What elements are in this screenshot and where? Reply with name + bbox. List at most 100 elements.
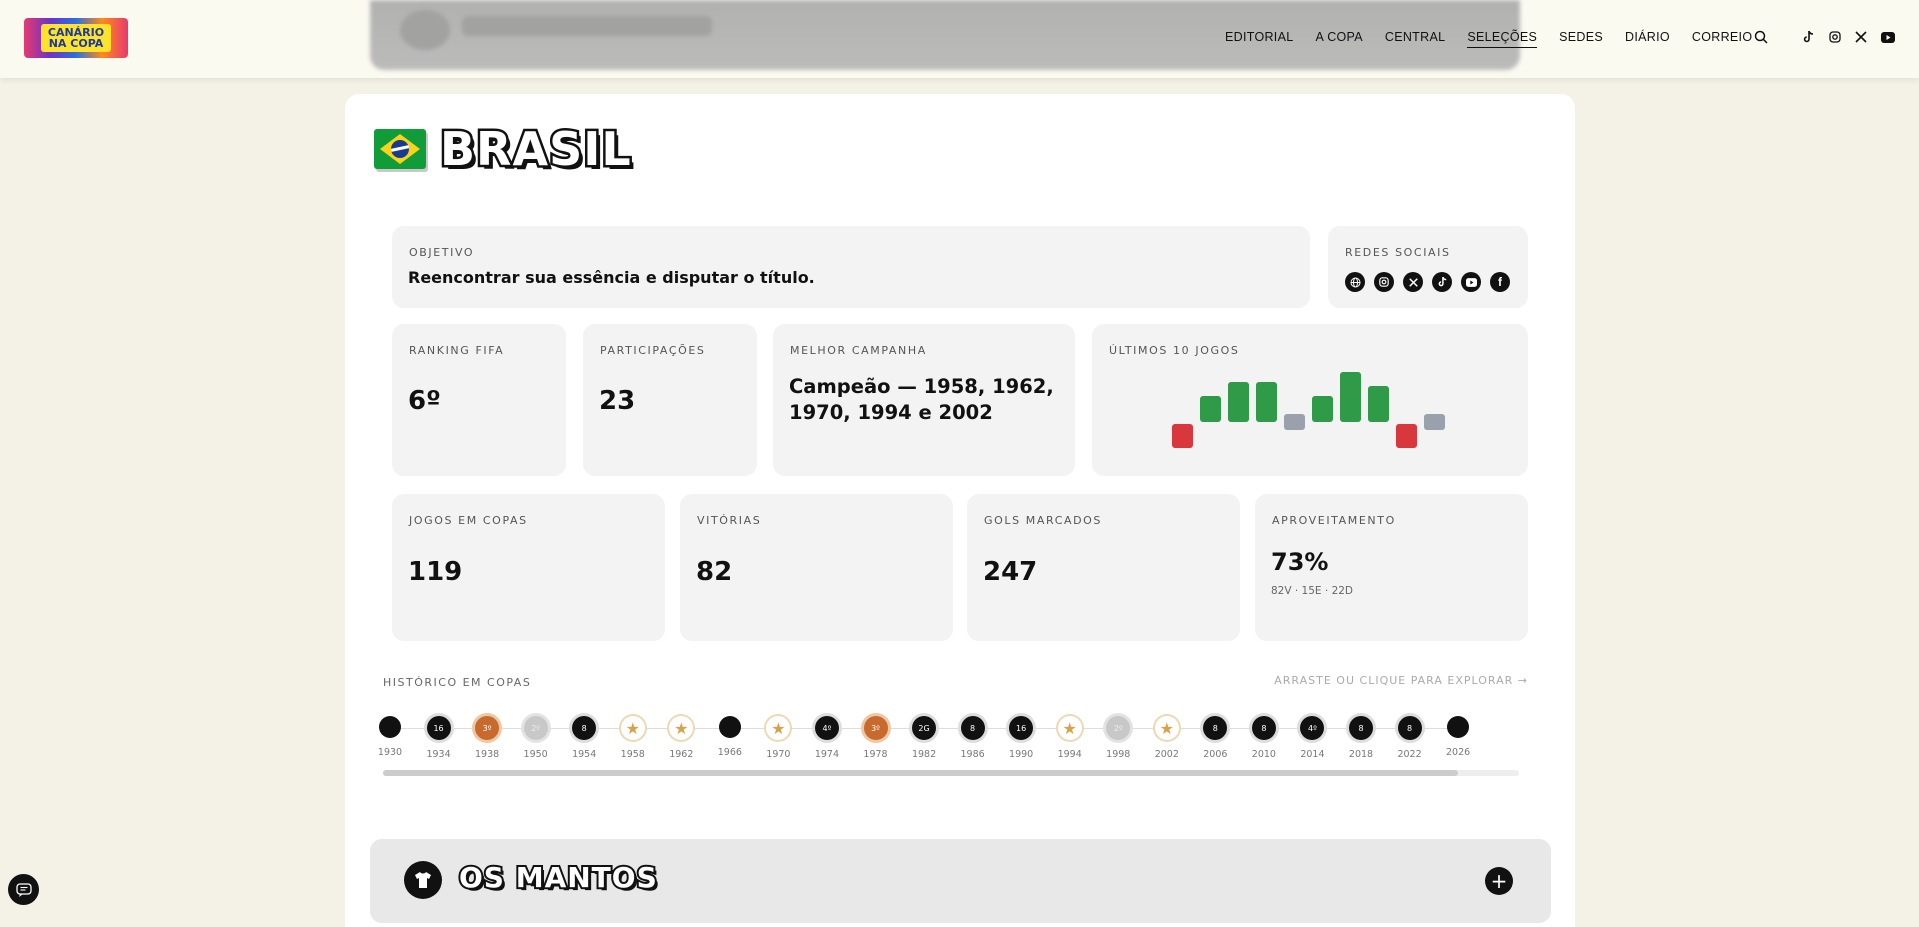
performance-tile: APROVEITAMENTO 73% 82V · 15E · 22D bbox=[1255, 494, 1528, 641]
history-year-2018[interactable]: 8 2018 bbox=[1337, 716, 1385, 760]
history-year-1930[interactable]: 1930 bbox=[366, 716, 414, 758]
goals-value: 247 bbox=[983, 557, 1038, 587]
history-year-1938[interactable]: 3º 1938 bbox=[463, 716, 511, 760]
history-year-1958[interactable]: ★ 1958 bbox=[609, 716, 657, 760]
nav-item-sele-es[interactable]: SELEÇÕES bbox=[1467, 30, 1538, 48]
result-badge: 16 bbox=[426, 716, 451, 740]
year-label: 2010 bbox=[1251, 749, 1276, 760]
form-bar bbox=[1368, 386, 1389, 422]
year-label: 1978 bbox=[863, 749, 888, 760]
x-icon[interactable] bbox=[1852, 28, 1870, 46]
goals-tile: GOLS MARCADOS 247 bbox=[967, 494, 1240, 641]
result-badge: 8 bbox=[1251, 716, 1276, 740]
result-badge: 4º bbox=[814, 716, 839, 740]
form-bar bbox=[1172, 424, 1193, 448]
expand-button[interactable]: + bbox=[1485, 867, 1513, 895]
year-label: 1990 bbox=[1009, 749, 1034, 760]
last-games-chart bbox=[1172, 364, 1472, 484]
history-year-2026[interactable]: 2026 bbox=[1434, 716, 1482, 758]
result-badge: 8 bbox=[1203, 716, 1228, 740]
games-tile: JOGOS EM COPAS 119 bbox=[392, 494, 665, 641]
year-label: 1930 bbox=[377, 747, 403, 758]
ranking-tile: RANKING FIFA 6º bbox=[392, 324, 566, 476]
mantos-section[interactable]: OS MANTOS + bbox=[370, 839, 1551, 923]
history-year-1954[interactable]: 8 1954 bbox=[560, 716, 608, 760]
year-label: 2022 bbox=[1397, 749, 1422, 760]
tiktok-icon[interactable] bbox=[1432, 272, 1452, 292]
nav-item-sedes[interactable]: SEDES bbox=[1559, 30, 1603, 48]
tiktok-icon[interactable] bbox=[1799, 28, 1817, 46]
nav-item-a-copa[interactable]: A COPA bbox=[1315, 30, 1362, 48]
instagram-icon[interactable] bbox=[1826, 28, 1844, 46]
history-year-2006[interactable]: 8 2006 bbox=[1191, 716, 1239, 760]
result-badge bbox=[718, 716, 741, 738]
chat-icon bbox=[15, 882, 32, 897]
result-badge: 8 bbox=[960, 716, 985, 740]
participations-value: 23 bbox=[599, 386, 636, 416]
chat-button[interactable] bbox=[8, 874, 39, 905]
history-year-1994[interactable]: ★ 1994 bbox=[1046, 716, 1094, 760]
wins-label: VITÓRIAS bbox=[697, 514, 762, 527]
shirt-icon bbox=[404, 861, 442, 899]
performance-label: APROVEITAMENTO bbox=[1272, 514, 1396, 527]
form-bar bbox=[1228, 382, 1249, 422]
form-bar bbox=[1312, 396, 1333, 422]
youtube-icon[interactable] bbox=[1461, 272, 1481, 292]
ranking-value: 6º bbox=[408, 386, 441, 416]
history-year-1950[interactable]: 2º 1950 bbox=[512, 716, 560, 760]
history-year-1962[interactable]: ★ 1962 bbox=[657, 716, 705, 760]
search-icon[interactable] bbox=[1752, 28, 1770, 46]
best-campaign-tile: MELHOR CAMPANHA Campeão — 1958, 1962, 19… bbox=[773, 324, 1075, 476]
result-badge: 2G bbox=[912, 716, 937, 740]
history-year-2002[interactable]: ★ 2002 bbox=[1143, 716, 1191, 760]
history-year-1934[interactable]: 16 1934 bbox=[415, 716, 463, 760]
nav-item-editorial[interactable]: EDITORIAL bbox=[1225, 30, 1293, 48]
facebook-icon[interactable]: f bbox=[1490, 272, 1510, 292]
form-bar bbox=[1256, 382, 1277, 422]
result-badge: 4º bbox=[1300, 716, 1325, 740]
best-campaign-label: MELHOR CAMPANHA bbox=[790, 344, 927, 357]
social-tile: REDES SOCIAIS f bbox=[1328, 226, 1528, 308]
history-year-2010[interactable]: 8 2010 bbox=[1240, 716, 1288, 760]
nav-item-correio[interactable]: CORREIO bbox=[1692, 30, 1752, 48]
history-year-1970[interactable]: ★ 1970 bbox=[754, 716, 802, 760]
history-year-2014[interactable]: 4º 2014 bbox=[1288, 716, 1336, 760]
top-navigation-bar: CANÁRIO NA COPA EDITORIAL A COPA CENTRAL SE… bbox=[0, 0, 1919, 78]
year-label: 2006 bbox=[1203, 749, 1228, 760]
site-logo[interactable]: CANÁRIO NA COPA bbox=[24, 18, 128, 58]
best-campaign-value: Campeão — 1958, 1962, 1970, 1994 e 2002 bbox=[789, 375, 1054, 424]
nav-item-central[interactable]: CENTRAL bbox=[1385, 30, 1445, 48]
history-hint[interactable]: ARRASTE OU CLIQUE PARA EXPLORAR → bbox=[1274, 674, 1528, 687]
nav-item-di-rio[interactable]: DIÁRIO bbox=[1625, 30, 1670, 48]
participations-tile: PARTICIPAÇÕES 23 bbox=[583, 324, 757, 476]
timeline-scroll-thumb[interactable] bbox=[383, 770, 1458, 776]
result-badge: 8 bbox=[1349, 716, 1373, 740]
year-label: 1950 bbox=[523, 749, 548, 760]
social-label: REDES SOCIAIS bbox=[1345, 246, 1451, 259]
logo-text: CANÁRIO NA COPA bbox=[41, 24, 111, 52]
form-bar bbox=[1340, 372, 1361, 422]
wins-value: 82 bbox=[696, 557, 733, 587]
ranking-label: RANKING FIFA bbox=[409, 344, 505, 357]
history-year-1974[interactable]: 4º 1974 bbox=[803, 716, 851, 760]
history-year-1978[interactable]: 3º 1978 bbox=[852, 716, 900, 760]
objective-label: OBJETIVO bbox=[409, 246, 475, 259]
history-year-1998[interactable]: 2º 1998 bbox=[1094, 716, 1142, 760]
result-badge: 8 bbox=[1397, 716, 1422, 740]
history-year-1982[interactable]: 2G 1982 bbox=[900, 716, 948, 760]
result-badge bbox=[379, 716, 401, 738]
year-label: 1962 bbox=[669, 749, 694, 760]
history-year-2022[interactable]: 8 2022 bbox=[1386, 716, 1434, 760]
mantos-title: OS MANTOS bbox=[457, 859, 659, 896]
youtube-icon[interactable] bbox=[1879, 28, 1897, 46]
year-label: 1998 bbox=[1106, 749, 1131, 760]
year-label: 1970 bbox=[766, 749, 791, 760]
globe-icon[interactable] bbox=[1345, 272, 1365, 292]
history-year-1966[interactable]: 1966 bbox=[706, 716, 754, 758]
x-icon[interactable] bbox=[1403, 272, 1423, 292]
instagram-icon[interactable] bbox=[1374, 272, 1394, 292]
year-label: 1974 bbox=[814, 749, 840, 760]
history-year-1986[interactable]: 8 1986 bbox=[949, 716, 997, 760]
history-year-1990[interactable]: 16 1990 bbox=[997, 716, 1045, 760]
timeline-scrollbar[interactable] bbox=[383, 770, 1519, 776]
